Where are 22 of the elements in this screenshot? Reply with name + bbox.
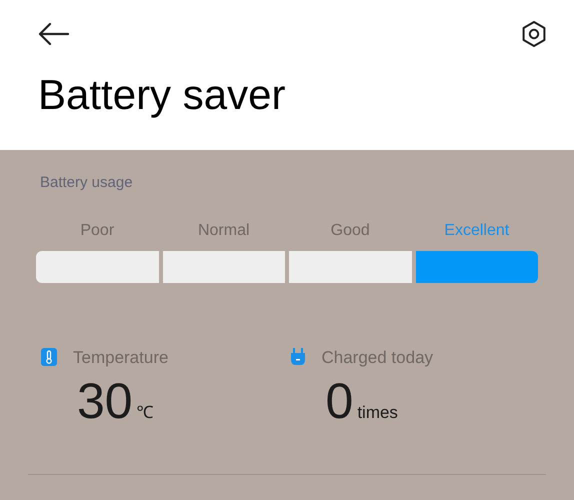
page-title: Battery saver (38, 74, 286, 116)
stat-label: Temperature (73, 346, 168, 368)
level-segment[interactable] (416, 250, 538, 282)
level-segment[interactable] (162, 250, 285, 282)
level-label: Normal (198, 220, 250, 240)
stat-unit: ℃ (136, 402, 154, 424)
level-segment[interactable] (36, 250, 158, 282)
back-button[interactable] (38, 22, 70, 46)
stat-label: Charged today (322, 346, 434, 368)
stat-unit: times (357, 402, 398, 424)
level-label: Poor (80, 220, 114, 240)
section-heading: Battery usage (40, 173, 133, 193)
plug-icon (290, 348, 306, 366)
back-arrow-icon (38, 22, 70, 46)
level-segment[interactable] (289, 250, 412, 282)
stat-value: 0 (326, 376, 354, 426)
level-label: Good (330, 220, 370, 240)
settings-button[interactable] (520, 20, 548, 48)
level-label: Excellent (444, 220, 510, 240)
stat-value: 30 (77, 376, 133, 426)
thermometer-icon (41, 348, 57, 366)
settings-icon (520, 20, 548, 48)
